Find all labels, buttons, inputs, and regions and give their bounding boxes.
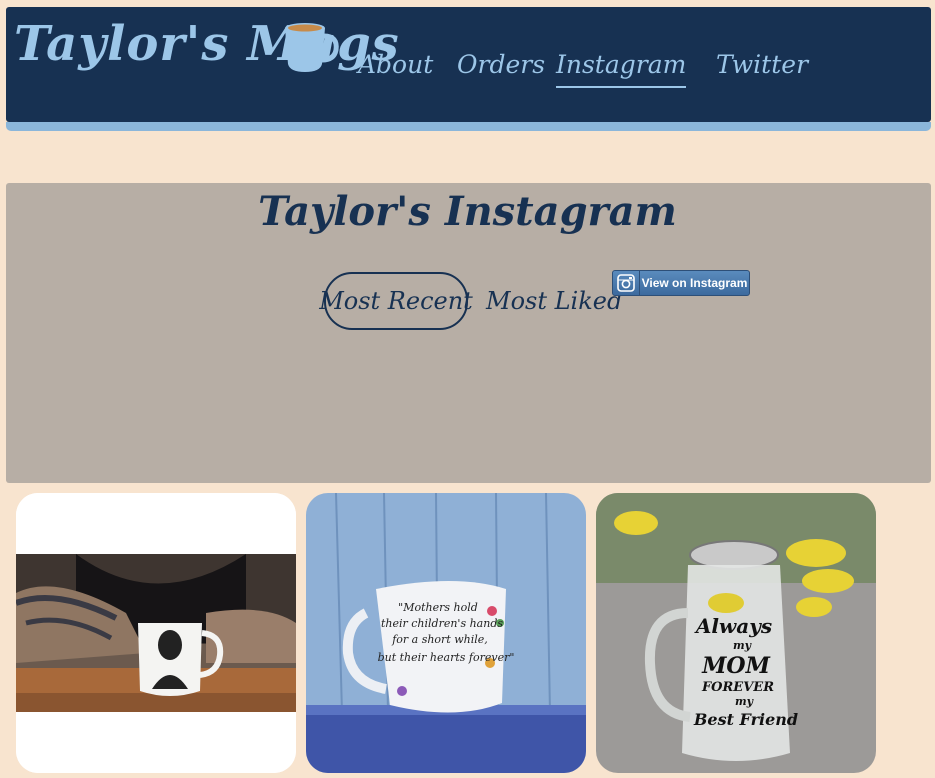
instagram-title: Taylor's Instagram	[258, 188, 677, 235]
most-recent-button[interactable]: Most Recent	[319, 272, 473, 330]
nav-twitter[interactable]: Twitter	[716, 44, 808, 86]
svg-text:"Mothers hold: "Mothers hold	[398, 601, 478, 614]
svg-text:Always: Always	[694, 614, 772, 638]
nav-about[interactable]: About	[358, 44, 433, 86]
site-logo[interactable]: Taylor's Mugs	[14, 20, 400, 68]
svg-text:my: my	[733, 639, 753, 652]
header-accent-bar	[6, 122, 931, 131]
photo-mothers-mug: "Mothers hold their children's hands for…	[306, 493, 586, 773]
nav-instagram[interactable]: Instagram	[556, 44, 686, 88]
instagram-photo-1[interactable]	[16, 493, 296, 773]
svg-text:Best Friend: Best Friend	[693, 710, 798, 729]
most-liked-button[interactable]: Most Liked	[486, 282, 622, 320]
coffee-mug-icon	[285, 23, 339, 72]
view-on-instagram-label: View on Instagram	[641, 276, 748, 290]
instagram-photo-3[interactable]: Always my MOM FOREVER my Best Friend	[596, 493, 876, 773]
svg-text:for a short while,: for a short while,	[391, 633, 488, 646]
view-on-instagram-button[interactable]: View on Instagram	[612, 270, 750, 296]
svg-text:FOREVER: FOREVER	[701, 680, 774, 695]
nav-orders[interactable]: Orders	[457, 44, 545, 86]
svg-text:but their hearts forever": but their hearts forever"	[378, 651, 515, 664]
photo-godfather-mug	[16, 493, 296, 773]
svg-text:their children's hands: their children's hands	[381, 617, 503, 630]
instagram-icon	[613, 271, 640, 295]
svg-text:my: my	[735, 695, 755, 708]
instagram-photo-2[interactable]: "Mothers hold their children's hands for…	[306, 493, 586, 773]
svg-text:MOM: MOM	[701, 653, 771, 679]
photo-mason-jar: Always my MOM FOREVER my Best Friend	[596, 493, 876, 773]
